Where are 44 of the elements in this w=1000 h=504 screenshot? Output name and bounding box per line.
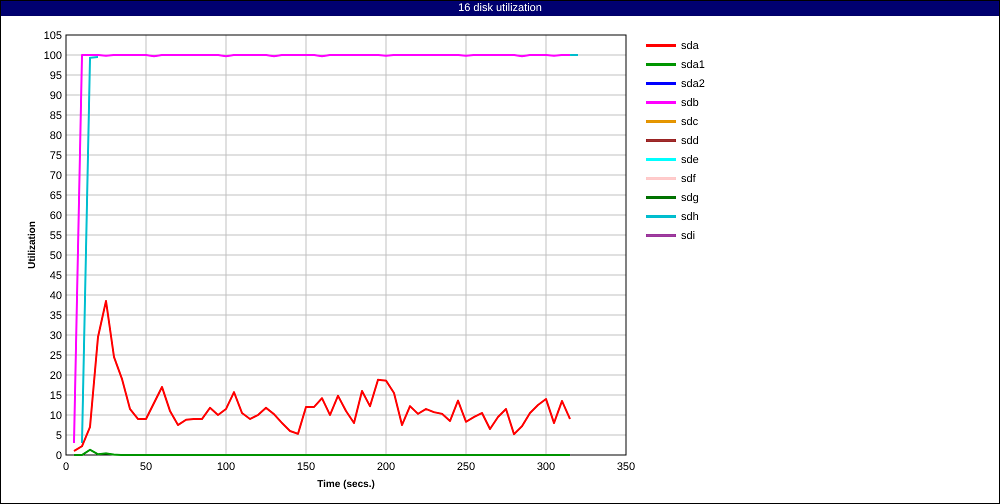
axis-tick-label: 60 <box>50 210 62 222</box>
axis-tick-label: 35 <box>50 310 62 322</box>
axis-tick-label: 250 <box>456 461 476 473</box>
legend-label: sdc <box>681 116 698 128</box>
legend-label: sdd <box>681 134 699 146</box>
legend-label: sde <box>681 154 699 166</box>
axis-tick-label: 150 <box>296 461 316 473</box>
axis-title: Time (secs.) <box>317 479 375 490</box>
axis-tick-label: 15 <box>50 390 62 402</box>
legend-label: sdi <box>681 230 696 242</box>
axis-tick-label: 80 <box>50 130 62 142</box>
window-title: 16 disk utilization <box>1 1 999 16</box>
axis-tick-label: 70 <box>50 170 62 182</box>
axis-tick-label: 55 <box>50 230 62 242</box>
legend-label: sda1 <box>681 58 705 70</box>
axis-tick-label: 25 <box>50 350 62 362</box>
axis-tick-label: 0 <box>62 461 70 473</box>
axis-tick-label: 45 <box>50 270 62 282</box>
axis-tick-label: 40 <box>50 290 62 302</box>
axis-tick-label: 350 <box>616 461 636 473</box>
axis-tick-label: 10 <box>50 410 62 422</box>
axis-tick-label: 100 <box>44 50 62 62</box>
axis-tick-label: 65 <box>50 190 62 202</box>
axis-tick-label: 5 <box>56 430 62 442</box>
legend-label: sdh <box>681 210 699 222</box>
axis-tick-label: 105 <box>44 30 62 42</box>
axis-tick-label: 75 <box>50 150 62 162</box>
legend-label: sda <box>681 40 699 52</box>
axis-tick-label: 95 <box>50 70 62 82</box>
axis-tick-label: 85 <box>50 110 62 122</box>
axis-tick-label: 50 <box>140 461 152 473</box>
legend-label: sdb <box>681 96 699 108</box>
legend-label: sdg <box>681 192 699 204</box>
axis-tick-label: 90 <box>50 90 62 102</box>
axis-tick-label: 50 <box>50 250 62 262</box>
legend-label: sda2 <box>681 78 705 90</box>
axis-tick-label: 100 <box>216 461 236 473</box>
axis-title: Utilization <box>27 221 38 269</box>
legend-label: sdf <box>681 172 696 184</box>
axis-tick-label: 200 <box>376 461 396 473</box>
axis-tick-label: 300 <box>536 461 556 473</box>
axis-tick-label: 0 <box>56 450 62 462</box>
axis-tick-label: 20 <box>50 370 62 382</box>
axis-tick-label: 30 <box>50 330 62 342</box>
